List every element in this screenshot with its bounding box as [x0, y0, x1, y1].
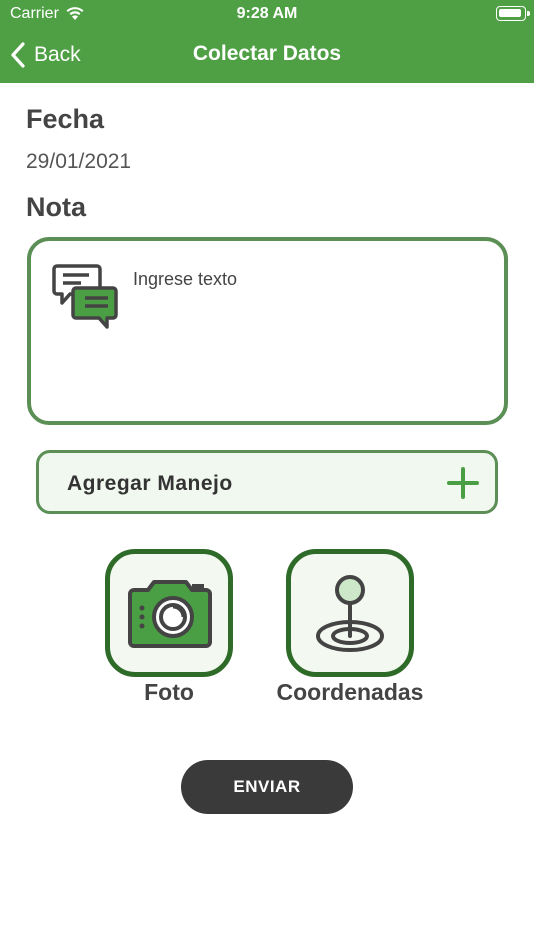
- coordenadas-label: Coordenadas: [276, 679, 424, 705]
- status-time: 9:28 AM: [236, 5, 298, 22]
- nota-label: Nota: [26, 192, 86, 222]
- camera-icon: [128, 580, 212, 648]
- navigation-bar: Back Colectar Datos: [0, 28, 534, 83]
- agregar-manejo-label: Agregar Manejo: [67, 472, 233, 495]
- chat-bubbles-icon: [51, 261, 121, 336]
- plus-icon: [447, 467, 479, 504]
- note-field[interactable]: [27, 237, 508, 425]
- note-input[interactable]: [133, 269, 493, 290]
- enviar-button[interactable]: ENVIAR: [181, 760, 353, 814]
- coordenadas-button[interactable]: [286, 549, 414, 677]
- battery-icon: [496, 6, 530, 21]
- foto-label: Foto: [144, 679, 194, 705]
- page-title: Colectar Datos: [192, 42, 342, 65]
- fecha-label: Fecha: [26, 104, 105, 134]
- status-bar: Carrier 9:28 AM: [0, 0, 534, 28]
- location-pin-icon: [316, 575, 384, 652]
- header: Carrier 9:28 AM Back Colectar Datos: [0, 0, 534, 83]
- foto-button[interactable]: [105, 549, 233, 677]
- agregar-manejo-button[interactable]: Agregar Manejo: [36, 450, 498, 514]
- fecha-value[interactable]: 29/01/2021: [26, 150, 131, 174]
